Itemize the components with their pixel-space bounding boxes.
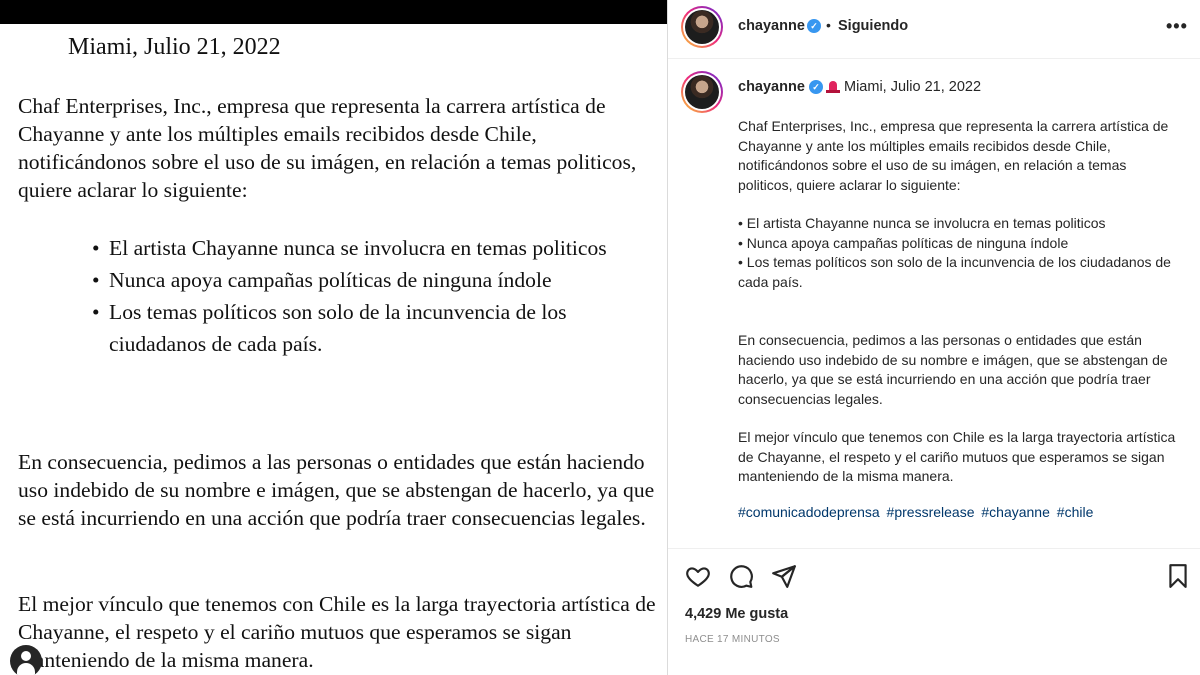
letter-paragraph-2: En consecuencia, pedimos a las personas …: [18, 450, 655, 530]
letter-paragraph-3: El mejor vínculo que tenemos con Chile e…: [18, 592, 656, 672]
caption-bullet-list: • El artista Chayanne nunca se involucra…: [738, 214, 1178, 292]
siren-emoji-icon: [826, 81, 840, 93]
caption-paragraph-1: Chaf Enterprises, Inc., empresa que repr…: [738, 118, 1169, 193]
post-header: chayanne ✓ • Siguiendo •••: [668, 0, 1200, 59]
caption-paragraph-3: El mejor vínculo que tenemos con Chile e…: [738, 429, 1176, 484]
likes-count[interactable]: 4,429 Me gusta: [685, 606, 788, 622]
hashtag-link[interactable]: #chayanne: [981, 504, 1050, 520]
share-icon[interactable]: [771, 563, 797, 589]
letter-bullet: El artista Chayanne nunca se involucra e…: [92, 232, 652, 264]
heart-icon[interactable]: [685, 563, 711, 589]
verified-badge-icon: ✓: [809, 80, 823, 94]
profile-avatar[interactable]: [681, 6, 723, 48]
post-timestamp[interactable]: HACE 17 MINUTOS: [685, 634, 780, 645]
letter-date: Miami, Julio 21, 2022: [68, 34, 281, 60]
actions-divider: [668, 548, 1200, 549]
caption-bullet: • El artista Chayanne nunca se involucra…: [738, 215, 1106, 231]
caption-paragraph-2: En consecuencia, pedimos a las personas …: [738, 332, 1168, 407]
hashtag-link[interactable]: #chile: [1057, 504, 1094, 520]
image-top-bar: [0, 0, 667, 24]
post-image-letter: Miami, Julio 21, 2022 Chaf Enterprises, …: [0, 0, 667, 675]
letter-bullet-list: El artista Chayanne nunca se involucra e…: [92, 232, 652, 360]
caption-bullet: • Nunca apoya campañas políticas de ning…: [738, 234, 1069, 251]
letter-bullet: Los temas políticos son solo de la incun…: [92, 296, 652, 360]
comment-icon[interactable]: [728, 563, 754, 589]
separator-dot: •: [826, 17, 831, 33]
bookmark-icon[interactable]: [1165, 563, 1191, 589]
username-link[interactable]: chayanne: [738, 18, 805, 34]
caption-username-link[interactable]: chayanne: [738, 79, 805, 95]
hashtag-link[interactable]: #pressrelease: [887, 504, 975, 520]
hashtag-list: #comunicadodeprensa #pressrelease #chaya…: [738, 504, 1096, 520]
caption-avatar[interactable]: [681, 71, 723, 113]
caption-bullet: • Los temas políticos son solo de la inc…: [738, 254, 1171, 290]
following-button[interactable]: Siguiendo: [838, 18, 908, 34]
letter-bullet: Nunca apoya campañas políticas de ningun…: [92, 264, 652, 296]
verified-badge-icon: ✓: [807, 19, 821, 33]
post-sidebar: chayanne ✓ • Siguiendo ••• chayanne ✓ Mi…: [667, 0, 1200, 675]
caption-date: Miami, Julio 21, 2022: [844, 79, 982, 95]
letter-paragraph-1: Chaf Enterprises, Inc., empresa que repr…: [18, 94, 637, 202]
tagged-user-icon[interactable]: [10, 645, 42, 675]
more-options-icon[interactable]: •••: [1166, 16, 1188, 37]
hashtag-link[interactable]: #comunicadodeprensa: [738, 504, 880, 520]
